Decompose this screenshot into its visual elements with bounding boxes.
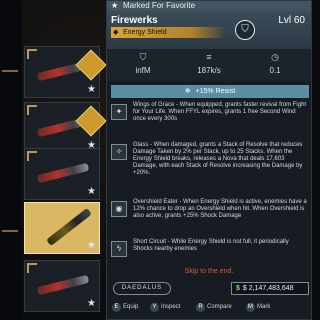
currency-display: $ $ 2,147,483,648 [231, 282, 309, 295]
perk-text: Overshield Eater - When Energy Shield is… [133, 199, 307, 219]
corner-accent [27, 151, 37, 161]
action-label: Mark [257, 304, 271, 310]
weapon-thumbnail [36, 274, 90, 296]
key-hint: E [112, 303, 121, 312]
equip-action[interactable]: E Equip [112, 303, 138, 312]
lightning-icon: ϟ [111, 241, 127, 257]
stat-capacity: ⛉ infM [113, 52, 173, 75]
inventory-item-tile[interactable]: ★ [24, 260, 100, 312]
resist-bar: ❄ +15% Resist [111, 85, 309, 98]
item-level: Lvl 60 [278, 15, 305, 26]
flavor-text: Skip to the end. [184, 268, 234, 275]
corner-accent [27, 49, 37, 59]
overshield-icon: ◉ [111, 201, 127, 217]
perk-text: Wings of Grace - When equipped, grants f… [133, 102, 307, 122]
category-rail [0, 0, 22, 320]
recharge-delay-icon: ◷ [271, 52, 279, 62]
item-name: Firewerks [111, 15, 158, 26]
weapon-thumbnail [46, 207, 92, 247]
favorite-star-icon: ★ [87, 298, 96, 309]
favorite-star-icon: ★ [111, 1, 119, 10]
weapon-thumbnail [36, 162, 90, 184]
item-type-bar: ◆ Energy Shield [111, 27, 226, 38]
stat-recharge-delay: ◷ 0.1 [245, 52, 305, 75]
favorite-star-icon: ★ [87, 240, 96, 251]
shield-badge-icon: ⛉ [235, 20, 255, 40]
rail-marker [2, 230, 18, 232]
action-label: Compare [207, 304, 232, 310]
inventory-list: ★ ★ ★ ★ ★ [0, 0, 107, 320]
inventory-screen: ★ ★ ★ ★ ★ ★ Marked For Favorite Firewerk… [0, 0, 320, 320]
item-stats: ⛉ infM ≡ 187k/s ◷ 0.1 [107, 49, 311, 81]
inspect-action[interactable]: Y Inspect [150, 303, 180, 312]
favorite-star-icon: ★ [87, 186, 96, 197]
perk-text: Short Circuit - While Energy Shield is n… [133, 239, 289, 252]
favorite-banner-label: Marked For Favorite [123, 1, 196, 10]
key-hint: M [246, 303, 255, 312]
stat-recharge-rate: ≡ 187k/s [179, 52, 239, 75]
key-hint: Y [150, 303, 159, 312]
favorite-star-icon: ★ [87, 84, 96, 95]
perk-text: Glass - When damaged, grants a Stack of … [133, 142, 303, 176]
inventory-item-tile[interactable]: ★ [24, 148, 100, 200]
stat-value: infM [135, 66, 151, 75]
action-prompts: E Equip Y Inspect R Compare M Mark [108, 303, 318, 315]
stat-value: 187k/s [197, 66, 221, 75]
mark-action[interactable]: M Mark [246, 303, 270, 312]
inventory-item-tile-selected[interactable]: ★ [24, 202, 100, 254]
manufacturer-logo: DAEDALUS [113, 282, 171, 295]
glass-icon: ✧ [111, 144, 127, 160]
action-label: Inspect [161, 304, 181, 310]
recharge-rate-icon: ≡ [206, 52, 212, 62]
corner-accent [27, 263, 37, 273]
dollar-icon: $ [236, 285, 240, 292]
item-detail-card: ★ Marked For Favorite Firewerks Lvl 60 ◆… [106, 0, 312, 320]
favorite-banner: ★ Marked For Favorite [107, 1, 311, 11]
compare-action[interactable]: R Compare [196, 303, 232, 312]
key-hint: R [196, 303, 205, 312]
resist-label: +15% Resist [195, 88, 236, 95]
item-header: Firewerks Lvl 60 ◆ Energy Shield ⛉ [107, 11, 311, 49]
item-type: Energy Shield [123, 29, 167, 36]
stat-value: 0.1 [269, 66, 281, 75]
shield-icon: ◆ [113, 29, 119, 36]
wings-icon: ✦ [111, 104, 127, 120]
corner-accent [27, 105, 37, 115]
action-label: Equip [123, 304, 139, 310]
shield-capacity-icon: ⛉ [139, 52, 147, 62]
rail-marker [2, 70, 18, 72]
snowflake-icon: ❄ [184, 88, 191, 95]
currency-value: $ 2,147,483,648 [242, 285, 294, 292]
